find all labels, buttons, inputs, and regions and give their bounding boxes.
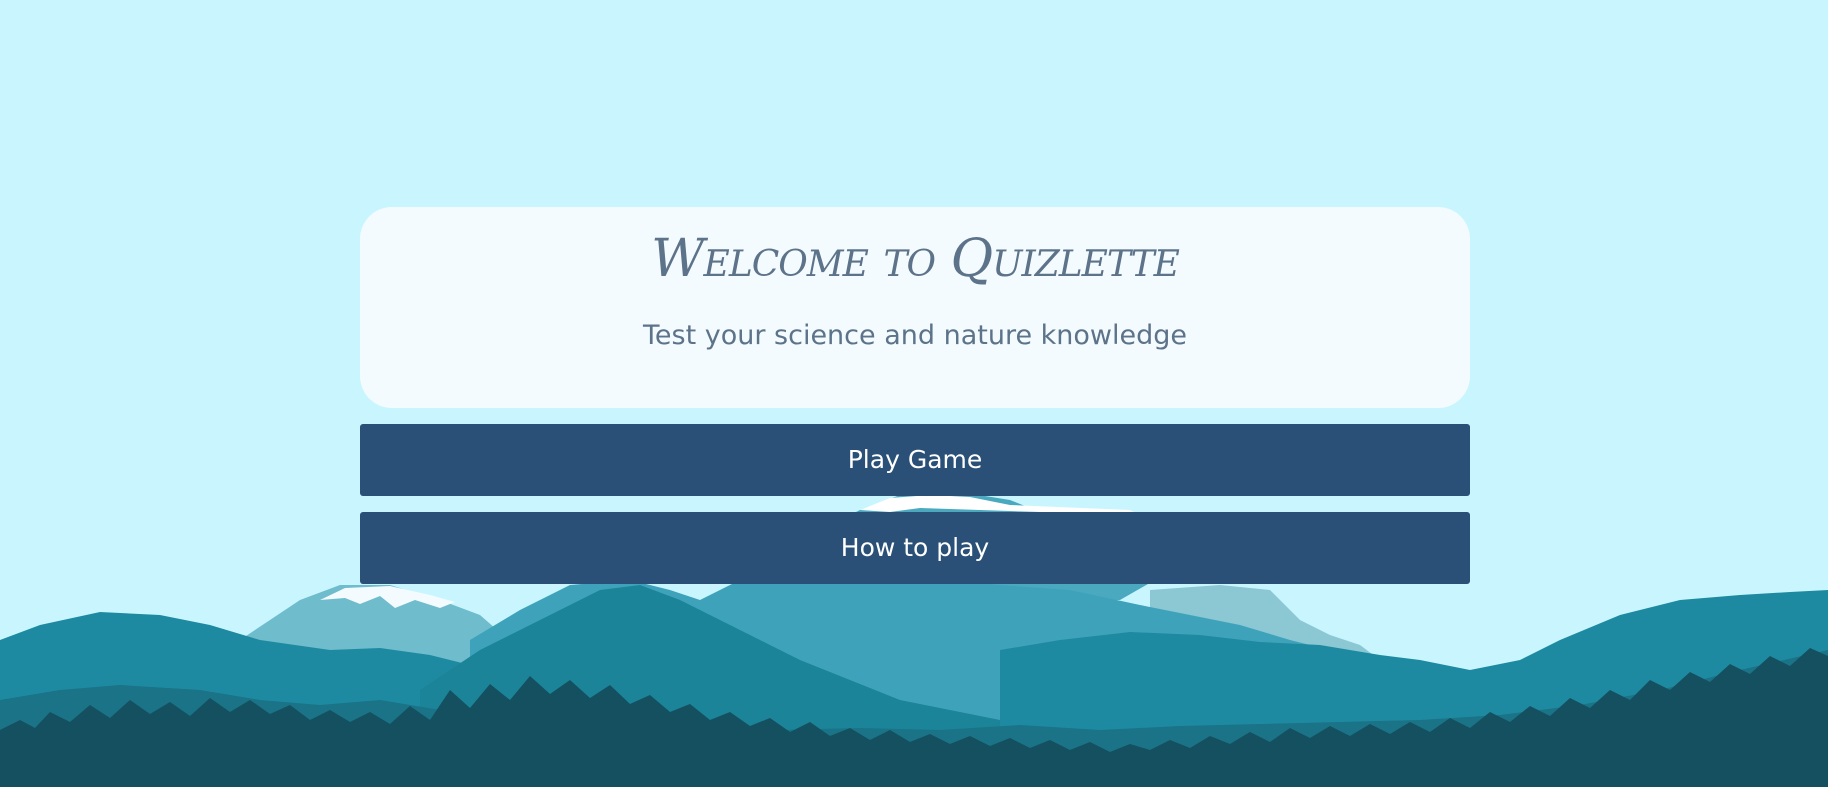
welcome-card: Welcome to Quizlette Test your science a… [360, 207, 1470, 408]
play-game-button[interactable]: Play Game [360, 424, 1470, 496]
main-menu: Welcome to Quizlette Test your science a… [360, 207, 1470, 584]
game-subtitle: Test your science and nature knowledge [642, 320, 1187, 351]
game-title: Welcome to Quizlette [651, 229, 1180, 289]
how-to-play-button[interactable]: How to play [360, 512, 1470, 584]
